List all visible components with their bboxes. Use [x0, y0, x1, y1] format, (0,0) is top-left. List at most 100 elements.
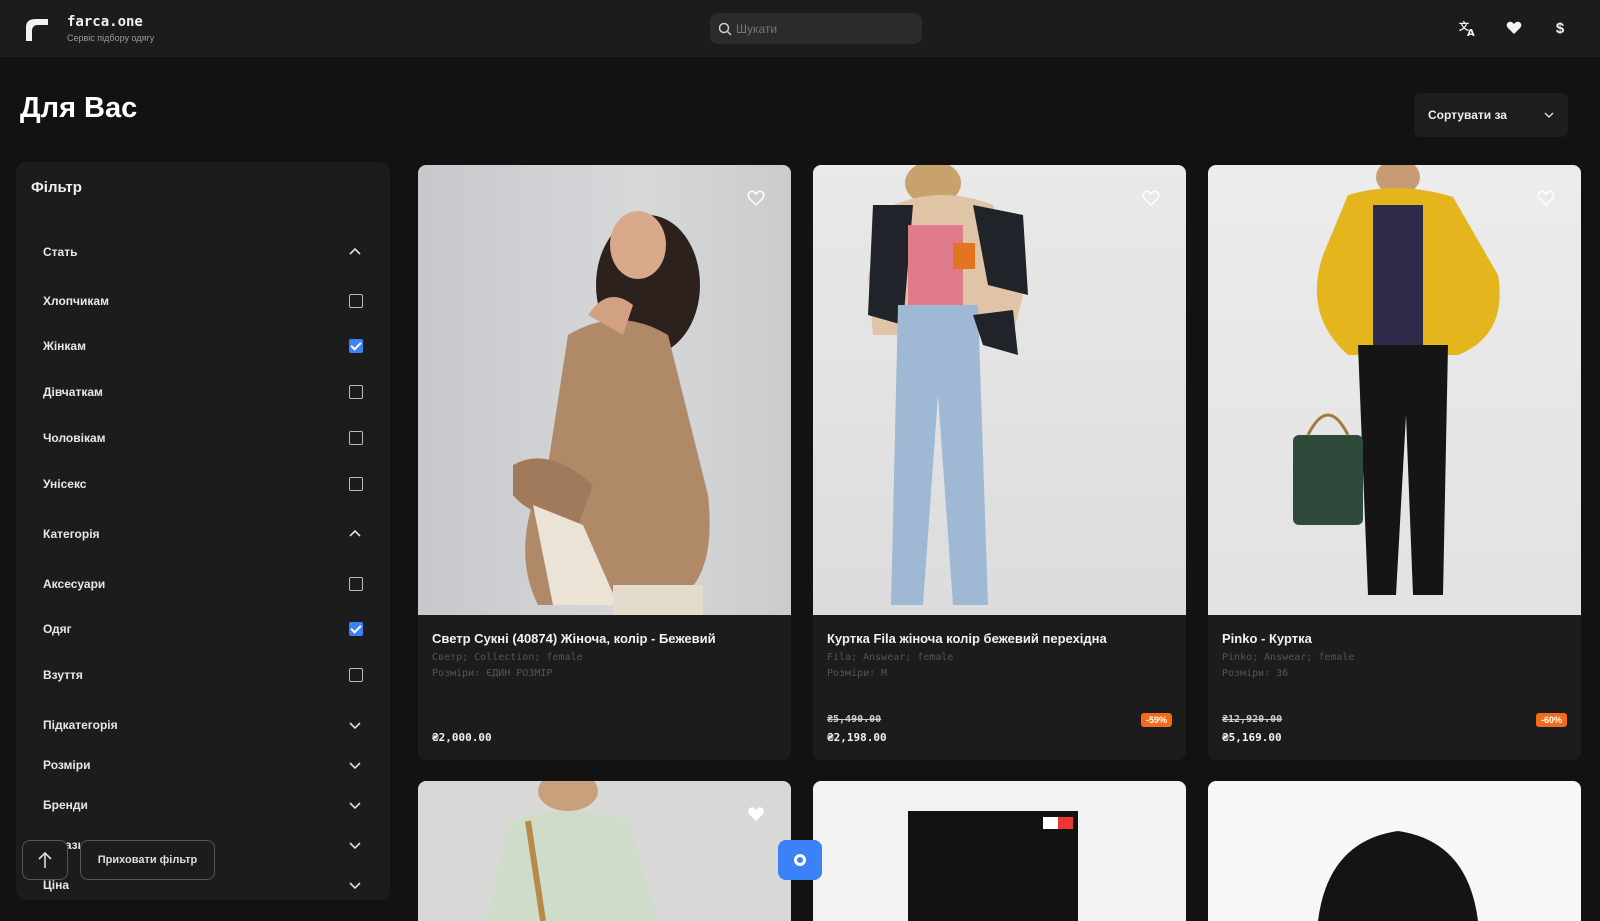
settings-icon [794, 854, 806, 866]
translate-icon[interactable]: 文A [1458, 18, 1478, 38]
sort-dropdown[interactable]: Сортувати за [1414, 93, 1568, 137]
filter-section-gender[interactable]: Стать [43, 240, 363, 264]
filter-option[interactable]: Аксесуари [43, 572, 363, 596]
checkbox[interactable] [349, 431, 363, 445]
filter-option[interactable]: Хлопчикам [43, 289, 363, 313]
scroll-top-button[interactable] [22, 840, 68, 880]
currency-selector[interactable]: $ [1550, 18, 1570, 38]
product-old-price: ₴5,490.00 [827, 714, 882, 725]
section-label: Ціна [43, 878, 70, 892]
sort-label: Сортувати за [1428, 108, 1507, 122]
option-label: Аксесуари [43, 577, 106, 591]
search-box[interactable] [710, 13, 922, 44]
product-price: ₴2,000.00 [432, 731, 492, 744]
checkbox-checked[interactable] [349, 339, 363, 353]
product-sizes: Розміри: 36 [1222, 668, 1289, 679]
section-label: Стать [43, 245, 78, 259]
search-input[interactable] [736, 21, 906, 36]
heart-outline-icon[interactable] [1537, 189, 1555, 207]
product-photo-puffer-jacket [1293, 165, 1500, 595]
filter-section-subcategory[interactable]: Підкатегорія [43, 713, 363, 737]
product-sizes: Розміри: M [827, 668, 888, 679]
product-image[interactable] [813, 165, 1186, 615]
option-label: Хлопчикам [43, 294, 109, 308]
checkbox[interactable] [349, 385, 363, 399]
chevron-down-icon [349, 722, 361, 730]
heart-icon[interactable] [747, 805, 765, 823]
svg-text:A: A [1467, 28, 1475, 37]
checkbox[interactable] [349, 577, 363, 591]
product-photo-jeans [908, 811, 1078, 921]
checkbox[interactable] [349, 477, 363, 491]
filter-title: Фільтр [31, 179, 82, 196]
product-meta: Светр; Collection; female [432, 652, 583, 663]
page-title: Для Вас [20, 92, 138, 124]
search-icon [718, 22, 732, 36]
product-card-partial[interactable] [418, 781, 791, 921]
brand-name: farca.one [67, 14, 143, 30]
filter-option[interactable]: Унісекс [43, 472, 363, 496]
product-photo-jacket [868, 165, 1028, 605]
section-label: Категорія [43, 527, 100, 541]
hide-filter-button[interactable]: Приховати фільтр [80, 840, 215, 880]
discount-badge: -60% [1535, 713, 1567, 727]
product-title[interactable]: Светр Сукні (40874) Жіноча, колір - Беже… [432, 631, 772, 646]
heart-icon[interactable] [1504, 18, 1524, 38]
product-meta: Fila; Answear; female [827, 652, 954, 663]
discount-badge: -59% [1140, 713, 1172, 727]
checkbox[interactable] [349, 294, 363, 308]
section-label: Підкатегорія [43, 718, 118, 732]
chevron-up-icon [349, 247, 361, 255]
farca-logo-icon[interactable] [20, 15, 50, 43]
product-photo-hoodie [1318, 831, 1478, 921]
checkbox-checked[interactable] [349, 622, 363, 636]
section-label: Розміри [43, 758, 91, 772]
product-card[interactable]: Светр Сукні (40874) Жіноча, колір - Беже… [418, 165, 791, 760]
option-label: Одяг [43, 622, 72, 636]
chevron-down-icon [349, 802, 361, 810]
product-meta: Pinko; Answear; female [1222, 652, 1355, 663]
option-label: Унісекс [43, 477, 87, 491]
filter-option[interactable]: Дівчаткам [43, 380, 363, 404]
product-card[interactable]: Pinko - Куртка Pinko; Answear; female Ро… [1208, 165, 1581, 760]
product-price: ₴2,198.00 [827, 731, 887, 744]
option-label: Дівчаткам [43, 385, 103, 399]
arrow-up-icon [38, 851, 52, 868]
product-card[interactable]: Куртка Fila жіноча колір бежевий перехід… [813, 165, 1186, 760]
filter-panel: Фільтр Стать Хлопчикам Жінкам Дівчаткам … [16, 162, 390, 900]
heart-outline-icon[interactable] [747, 189, 765, 207]
product-old-price: ₴12,920.00 [1222, 714, 1283, 725]
brand-subtitle: Сервіс підбору одягу [67, 33, 155, 43]
product-image[interactable] [1208, 165, 1581, 615]
product-card-partial[interactable] [813, 781, 1186, 921]
filter-option[interactable]: Взуття [43, 663, 363, 687]
chevron-down-icon [349, 762, 361, 770]
product-title[interactable]: Куртка Fila жіноча колір бежевий перехід… [827, 631, 1167, 646]
product-photo-sweatshirt [488, 781, 658, 921]
top-bar: farca.one Сервіс підбору одягу 文A $ [0, 0, 1600, 57]
product-sizes: Розміри: ЄДИН РОЗМІР [432, 668, 553, 679]
product-title[interactable]: Pinko - Куртка [1222, 631, 1562, 646]
filter-section-sizes[interactable]: Розміри [43, 753, 363, 777]
filter-section-category[interactable]: Категорія [43, 522, 363, 546]
filter-option[interactable]: Одяг [43, 617, 363, 641]
assistant-button[interactable] [778, 840, 822, 880]
section-label: Бренди [43, 798, 88, 812]
filter-section-brands[interactable]: Бренди [43, 793, 363, 817]
brand[interactable]: farca.one Сервіс підбору одягу [67, 14, 154, 43]
product-card-partial[interactable] [1208, 781, 1581, 921]
product-price: ₴5,169.00 [1222, 731, 1282, 744]
chevron-up-icon [349, 529, 361, 537]
chevron-down-icon [349, 882, 361, 890]
filter-option[interactable]: Жінкам [43, 334, 363, 358]
top-actions: 文A $ [1458, 18, 1570, 38]
product-photo-sweater-dress [513, 211, 710, 615]
checkbox[interactable] [349, 668, 363, 682]
chevron-down-icon [349, 842, 361, 850]
option-label: Взуття [43, 668, 83, 682]
filter-option[interactable]: Чоловікам [43, 426, 363, 450]
product-image[interactable] [418, 165, 791, 615]
heart-outline-icon[interactable] [1142, 189, 1160, 207]
option-label: Чоловікам [43, 431, 106, 445]
chevron-down-icon [1544, 112, 1554, 118]
